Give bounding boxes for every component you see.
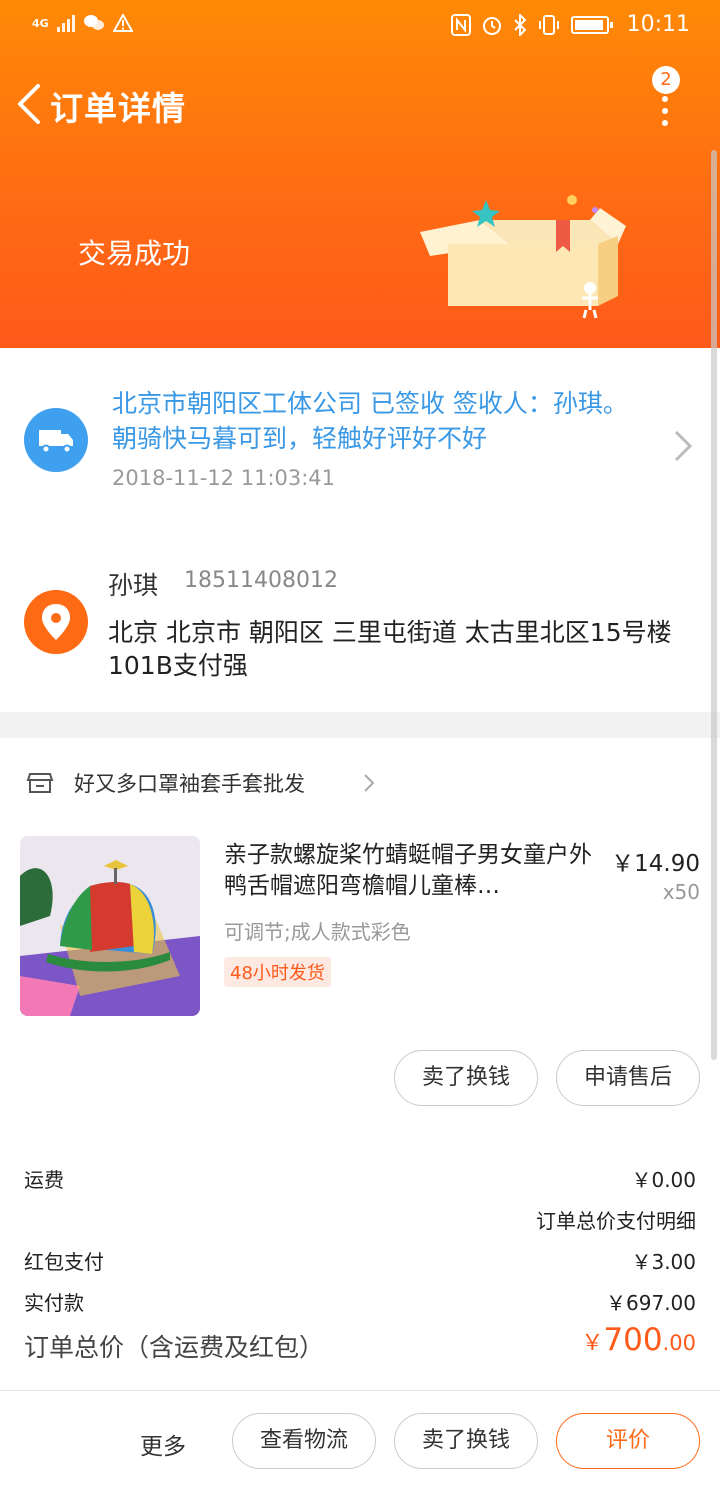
package-box-illustration [420, 195, 626, 319]
product-item[interactable]: 亲子款螺旋桨竹蜻蜓帽子男女童户外鸭舌帽遮阳弯檐帽儿童棒… ￥14.90 x50 … [0, 836, 720, 1026]
redpacket-label: 红包支付 [24, 1250, 104, 1274]
order-total-value: ￥700.00 [581, 1322, 696, 1358]
sell-for-cash-button[interactable]: 卖了换钱 [394, 1050, 538, 1106]
logistics-card[interactable]: 北京市朝阳区工体公司 已签收 签收人：孙琪。朝骑快马暮可到，轻触好评好不好 20… [0, 348, 720, 508]
section-divider [0, 712, 720, 738]
after-sale-button[interactable]: 申请售后 [556, 1050, 700, 1106]
total-integer: 700 [603, 1322, 663, 1358]
redpacket-row: 红包支付 ￥3.00 [24, 1246, 696, 1274]
shipping-address: 孙琪 18511408012 北京 北京市 朝阳区 三里屯街道 太古里北区15号… [0, 540, 720, 710]
shipping-fee-value: ￥0.00 [631, 1168, 696, 1192]
shipping-fee-label: 运费 [24, 1168, 64, 1192]
order-total-row: 订单总价（含运费及红包） ￥700.00 [24, 1322, 696, 1372]
warning-icon [112, 14, 133, 32]
signal-icon [56, 14, 75, 32]
shipping-fee-row: 运费 ￥0.00 [24, 1164, 696, 1192]
alarm-icon [482, 16, 501, 35]
battery-icon [570, 15, 613, 34]
status-bar: 4G 10:11 [0, 0, 720, 56]
bottom-action-bar: 更多 查看物流 卖了换钱 评价 [0, 1390, 720, 1493]
recipient-name: 孙琪 [108, 571, 159, 600]
vibrate-icon [538, 14, 559, 35]
wechat-icon [83, 15, 104, 30]
product-image [20, 836, 200, 1016]
order-total-label: 订单总价（含运费及红包） [24, 1333, 325, 1362]
price-detail-row[interactable]: 订单总价支付明细 [24, 1205, 696, 1233]
product-price: ￥14.90 [611, 851, 700, 877]
logistics-status-text: 北京市朝阳区工体公司 已签收 签收人：孙琪。朝骑快马暮可到，轻触好评好不好 [112, 389, 628, 453]
more-menu-button[interactable]: 2 [650, 62, 690, 126]
nav-bar: 订单详情 2 [0, 56, 720, 152]
order-status-label: 交易成功 [78, 237, 191, 270]
bluetooth-icon [513, 13, 527, 36]
page-title: 订单详情 [50, 89, 186, 128]
chevron-right-icon [674, 430, 693, 462]
more-actions-link[interactable]: 更多 [140, 1427, 186, 1461]
order-status-header: 4G 10:11 订单详情 2 交易成功 [0, 0, 720, 348]
network-label: 4G [32, 16, 49, 30]
currency-symbol: ￥ [581, 1331, 604, 1356]
price-detail-link[interactable]: 订单总价支付明细 [536, 1205, 696, 1234]
shop-row[interactable]: 好又多口罩袖套手套批发 [0, 756, 720, 812]
total-decimal: .00 [662, 1331, 696, 1355]
location-pin-icon [24, 590, 88, 654]
scrollbar[interactable] [711, 150, 717, 1060]
clock-time: 10:11 [626, 12, 690, 37]
sell-for-cash-bottom-button[interactable]: 卖了换钱 [394, 1413, 538, 1469]
chevron-right-icon [364, 774, 375, 792]
product-title: 亲子款螺旋桨竹蜻蜓帽子男女童户外鸭舌帽遮阳弯檐帽儿童棒… [224, 842, 592, 899]
paid-amount-label: 实付款 [24, 1291, 84, 1315]
shop-name: 好又多口罩袖套手套批发 [74, 772, 305, 796]
product-quantity: x50 [662, 880, 700, 904]
logistics-time: 2018-11-12 11:03:41 [112, 466, 336, 490]
back-arrow-icon[interactable] [12, 82, 46, 126]
recipient-phone: 18511408012 [184, 568, 338, 593]
product-spec: 可调节;成人款式彩色 [224, 920, 411, 944]
address-detail: 北京 北京市 朝阳区 三里屯街道 太古里北区15号楼101B支付强 [108, 618, 672, 680]
more-dots-icon [662, 96, 670, 132]
shop-icon [26, 773, 54, 793]
view-logistics-button[interactable]: 查看物流 [232, 1413, 376, 1469]
redpacket-value: ￥3.00 [631, 1250, 696, 1274]
review-button[interactable]: 评价 [556, 1413, 700, 1469]
truck-icon [24, 408, 88, 472]
paid-amount-row: 实付款 ￥697.00 [24, 1287, 696, 1315]
shipping-tag: 48小时发货 [224, 957, 331, 987]
notification-badge: 2 [652, 66, 680, 94]
paid-amount-value: ￥697.00 [606, 1291, 696, 1315]
nfc-icon [450, 13, 471, 36]
